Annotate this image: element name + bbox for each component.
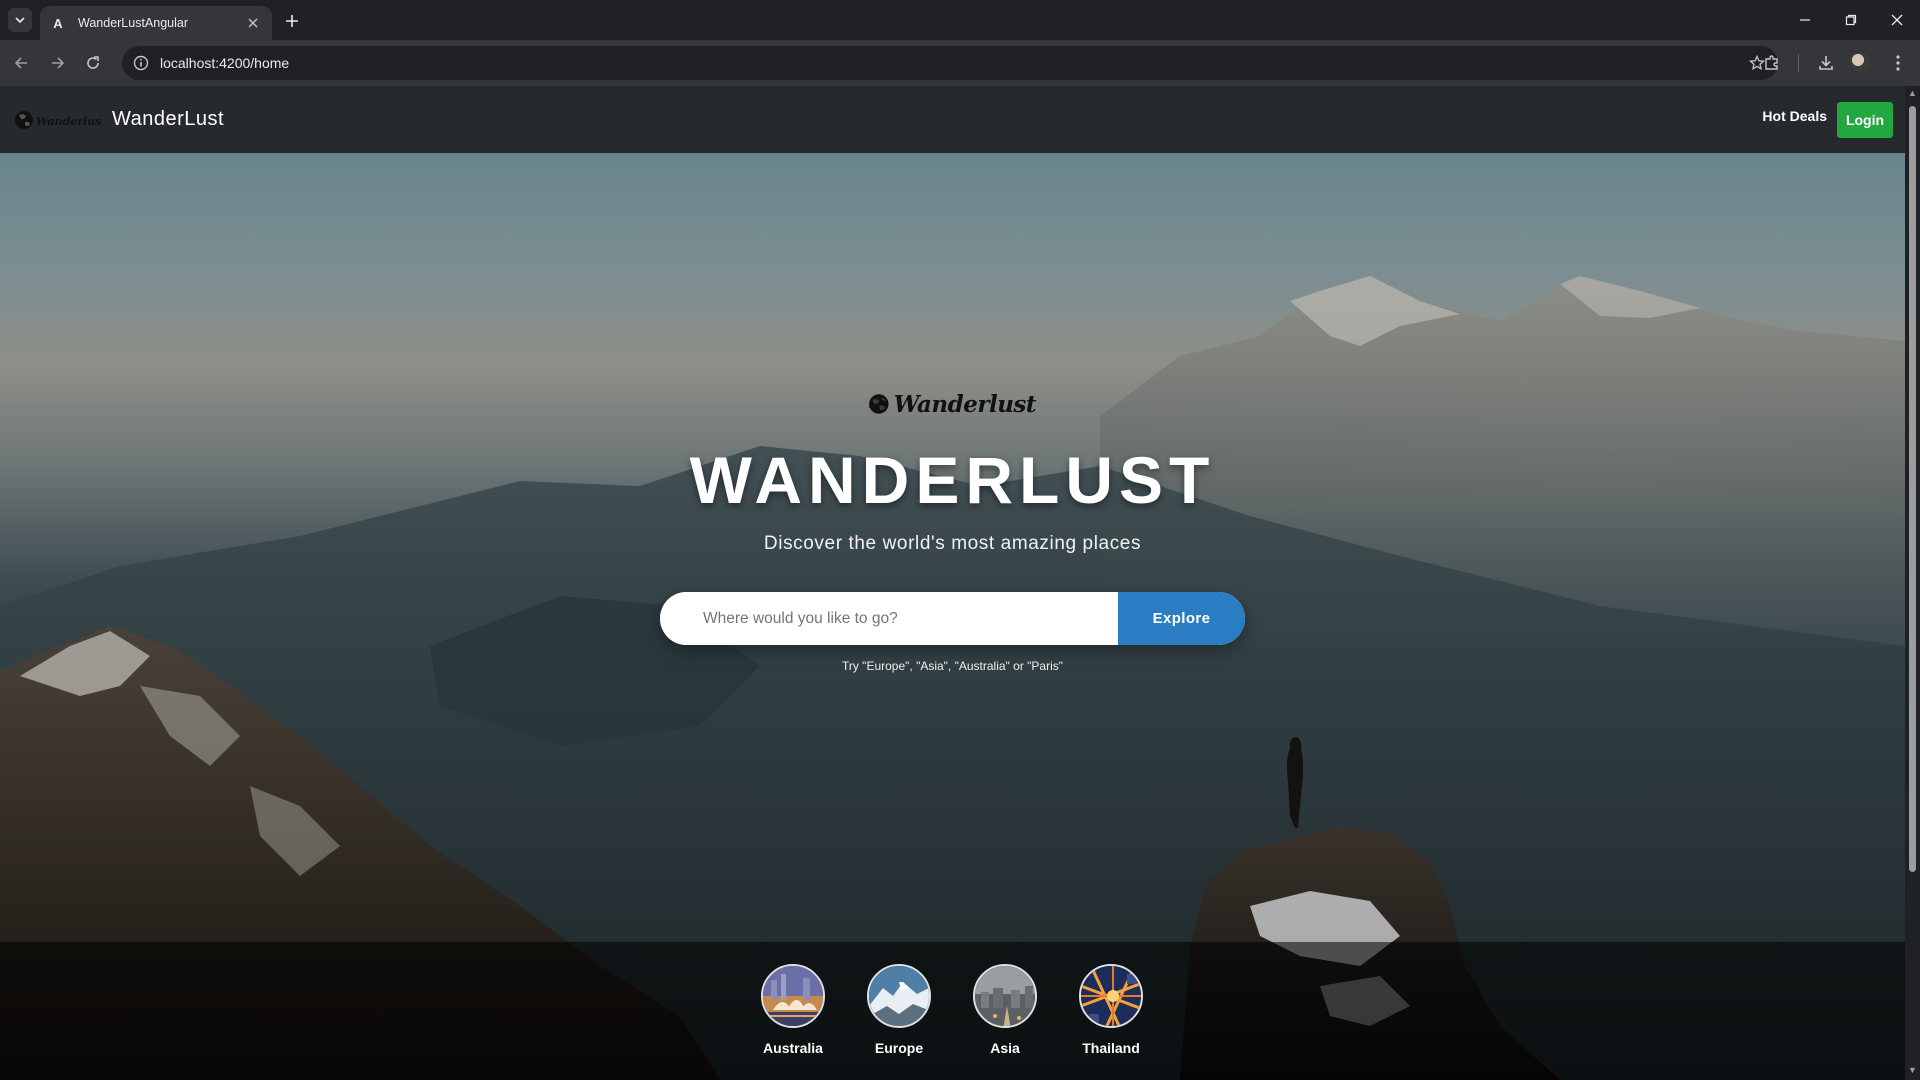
explore-button[interactable]: Explore (1118, 592, 1245, 645)
mountain-landscape (0, 276, 1905, 1080)
city-lights-thumbnail[interactable] (1079, 964, 1143, 1028)
angular-favicon-icon: A (53, 15, 63, 31)
wanderlust-logo-icon[interactable]: Wanderlust (14, 106, 102, 134)
address-bar[interactable]: localhost:4200/home (122, 46, 1778, 80)
destination-asia[interactable]: Asia (965, 964, 1045, 1056)
hot-deals-link[interactable]: Hot Deals (1762, 108, 1827, 124)
search-input[interactable] (660, 592, 1118, 645)
browser-tab-bar: A WanderLustAngular (0, 0, 1920, 40)
destination-label: Europe (874, 1040, 924, 1056)
globe-icon (868, 394, 889, 414)
destination-thailand[interactable]: Thailand (1071, 964, 1151, 1056)
alps-thumbnail[interactable] (867, 964, 931, 1028)
site-info-icon[interactable] (130, 52, 152, 74)
reload-icon[interactable] (79, 49, 107, 77)
url-text: localhost:4200/home (160, 55, 290, 71)
browser-toolbar: localhost:4200/home (0, 40, 1920, 86)
site-navbar: Wanderlust WanderLust Hot Deals Login (0, 86, 1905, 153)
destinations-bar (0, 942, 1905, 1080)
window-close-icon[interactable] (1882, 6, 1912, 34)
download-icon[interactable] (1814, 51, 1838, 75)
destination-label: Asia (990, 1040, 1020, 1056)
back-arrow-icon[interactable] (8, 49, 36, 77)
destination-label: Australia (763, 1040, 823, 1056)
login-button[interactable]: Login (1837, 102, 1893, 138)
hero-logo-text: Wanderlust (893, 390, 1037, 418)
hero-background (0, 86, 1905, 1080)
hero-logo: Wanderlust (868, 382, 1037, 426)
minimize-icon[interactable] (1790, 6, 1820, 34)
profile-avatar[interactable] (1850, 52, 1870, 72)
page-viewport: Wanderlust WanderLust Hot Deals Login Wa… (0, 86, 1905, 1080)
search-hint: Try "Europe", "Asia", "Australia" or "Pa… (841, 659, 1064, 673)
hero-subtitle: Discover the world's most amazing places (763, 533, 1142, 554)
destination-label: Thailand (1082, 1040, 1140, 1056)
hero-title: WANDERLUST (689, 443, 1216, 517)
page-scrollbar[interactable]: ▲ ▼ (1905, 86, 1920, 1080)
extensions-icon[interactable] (1760, 51, 1784, 75)
forward-arrow-icon[interactable] (43, 49, 71, 77)
tab-search-button[interactable] (8, 8, 32, 32)
sydney-opera-house-thumbnail[interactable] (761, 964, 825, 1028)
restore-icon[interactable] (1836, 6, 1866, 34)
browser-tab[interactable]: A WanderLustAngular (40, 6, 272, 40)
asian-city-thumbnail[interactable] (973, 964, 1037, 1028)
close-icon[interactable] (244, 14, 262, 32)
scrollbar-thumb[interactable] (1909, 106, 1916, 872)
destination-europe[interactable]: Europe (859, 964, 939, 1056)
toolbar-separator (1798, 54, 1799, 72)
new-tab-button[interactable] (280, 9, 304, 33)
browser-menu-icon[interactable] (1886, 51, 1910, 75)
brand-name[interactable]: WanderLust (112, 108, 224, 131)
scroll-up-arrow-icon[interactable]: ▲ (1908, 89, 1917, 98)
destination-australia[interactable]: Australia (753, 964, 833, 1056)
scroll-down-arrow-icon[interactable]: ▼ (1908, 1066, 1917, 1075)
svg-text:Wanderlust: Wanderlust (36, 115, 102, 128)
destination-search: Explore (660, 592, 1245, 645)
tab-title: WanderLustAngular (78, 16, 189, 30)
